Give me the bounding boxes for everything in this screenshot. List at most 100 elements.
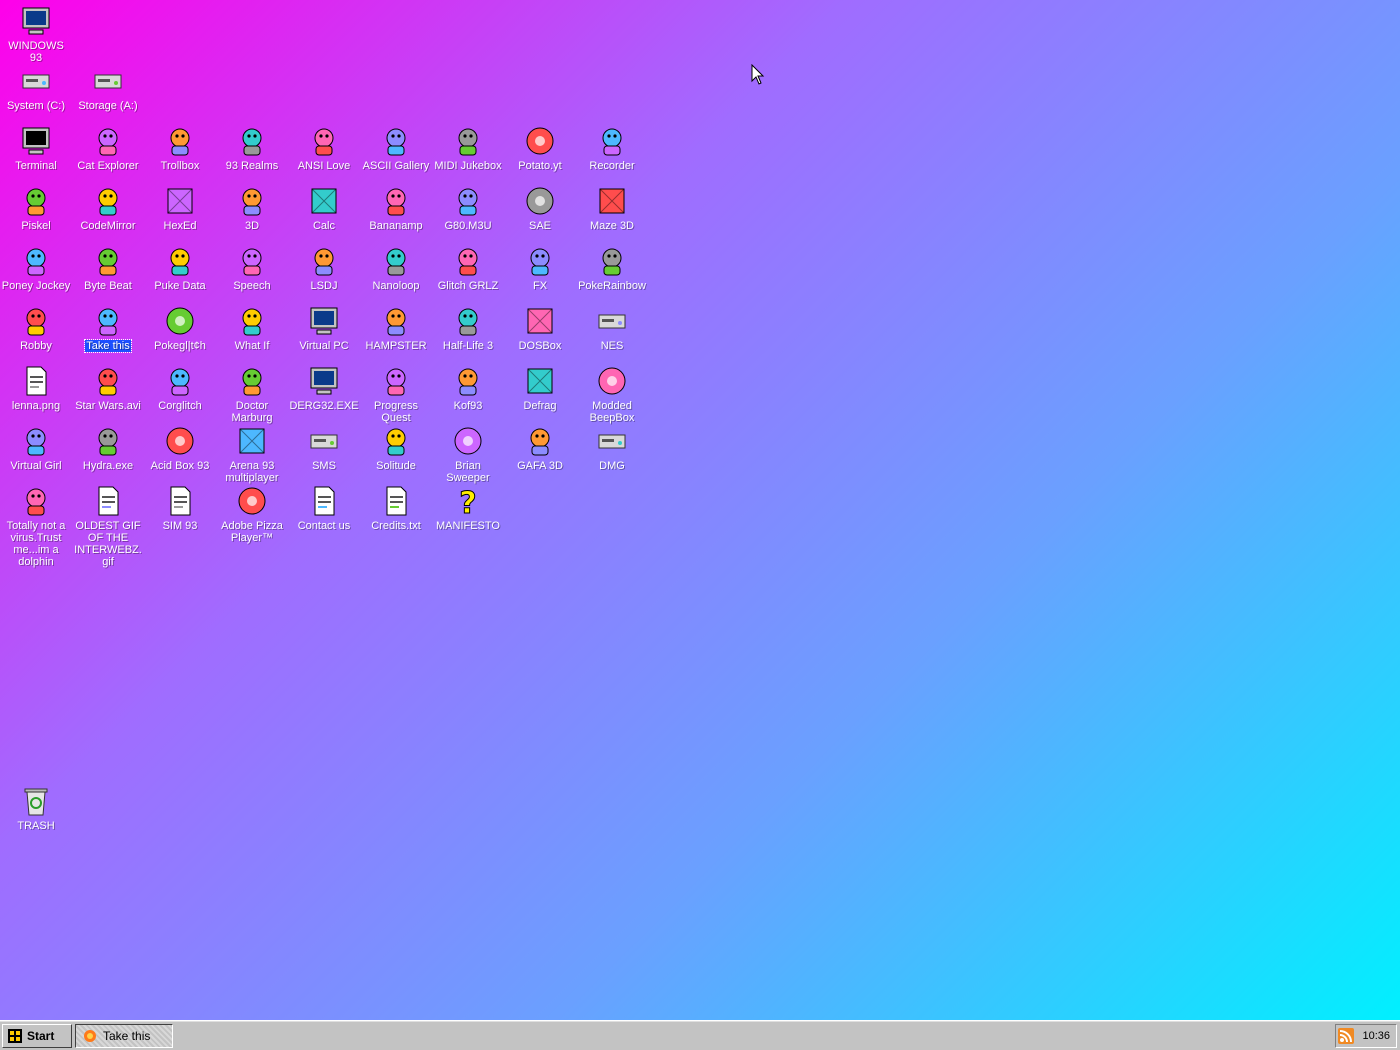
pony-icon xyxy=(19,244,53,278)
desktop-icon-totally-not-a-virus-trust-me-im-a-dolphin[interactable]: Totally not a virus.Trust me...im a dolp… xyxy=(0,484,72,568)
desktop-icon-solitude[interactable]: Solitude xyxy=(360,424,432,472)
nes-icon xyxy=(595,304,629,338)
desktop-icon-bananamp[interactable]: Bananamp xyxy=(360,184,432,232)
desktop-icon-manifesto[interactable]: ? MANIFESTO xyxy=(432,484,504,533)
desktop-icon-trash[interactable]: TRASH xyxy=(0,784,72,832)
desktop-icon-trollbox[interactable]: Trollbox xyxy=(144,124,216,172)
taskbar-item-take-this[interactable]: Take this xyxy=(75,1024,173,1048)
desktop-icon-midi-jukebox[interactable]: MIDI Jukebox xyxy=(432,124,504,172)
desktop-icon-hampster[interactable]: HAMPSTER xyxy=(360,304,432,352)
desktop-icon-piskel[interactable]: Piskel xyxy=(0,184,72,232)
desktop-icon-fx[interactable]: FX xyxy=(504,244,576,292)
bottle-icon xyxy=(379,424,413,458)
desktop-icon-sae[interactable]: SAE xyxy=(504,184,576,232)
desktop-icon-puke-data[interactable]: Puke Data xyxy=(144,244,216,292)
desktop-icon-credits-txt[interactable]: Credits.txt xyxy=(360,484,432,532)
microphone-icon xyxy=(595,124,629,158)
desktop-icon-windows-93[interactable]: WINDOWS 93 xyxy=(0,4,72,64)
monitor-face-icon xyxy=(307,364,341,398)
calculator-icon xyxy=(307,184,341,218)
desktop-icon-lsdj[interactable]: LSDJ xyxy=(288,244,360,292)
desktop-icon-contact-us[interactable]: Contact us xyxy=(288,484,360,532)
desktop-icon-dmg[interactable]: DMG xyxy=(576,424,648,472)
desktop-icon-lenna-png[interactable]: lenna.png xyxy=(0,364,72,412)
desktop-icon-storage-a[interactable]: Storage (A:) xyxy=(72,64,144,112)
desktop-icon-hexed[interactable]: HexEd xyxy=(144,184,216,232)
desktop-icon-93-realms[interactable]: 93 Realms xyxy=(216,124,288,172)
desktop-icon-system-c[interactable]: System (C:) xyxy=(0,64,72,112)
desktop-icon-virtual-girl[interactable]: Virtual Girl xyxy=(0,424,72,472)
pd-icon xyxy=(163,244,197,278)
desktop-icon-defrag[interactable]: Defrag xyxy=(504,364,576,412)
pizza-icon xyxy=(235,484,269,518)
desktop-icon-maze-3d[interactable]: Maze 3D xyxy=(576,184,648,232)
desktop-icon-3d[interactable]: 3D xyxy=(216,184,288,232)
desktop-icon-byte-beat[interactable]: Byte Beat xyxy=(72,244,144,292)
desktop-icon-terminal[interactable]: Terminal xyxy=(0,124,72,172)
desktop-icon-label: Corglitch xyxy=(158,400,202,412)
start-label: Start xyxy=(27,1029,55,1043)
pokerainbow-icon xyxy=(595,244,629,278)
desktop-icon-what-if[interactable]: What If xyxy=(216,304,288,352)
desktop-icon-nanoloop[interactable]: Nanoloop xyxy=(360,244,432,292)
fighter-icon xyxy=(451,364,485,398)
desktop-icon-recorder[interactable]: Recorder xyxy=(576,124,648,172)
desktop-icon-pokerainbow[interactable]: PokeRainbow xyxy=(576,244,648,292)
desktop-icon-potato-yt[interactable]: Potato.yt xyxy=(504,124,576,172)
desktop-icon-calc[interactable]: Calc xyxy=(288,184,360,232)
desktop-icon-corglitch[interactable]: Corglitch xyxy=(144,364,216,412)
desktop-icon-acid-box-93[interactable]: Acid Box 93 xyxy=(144,424,216,472)
desktop-icon-progress-quest[interactable]: Progress Quest xyxy=(360,364,432,424)
rss-icon[interactable] xyxy=(1338,1028,1355,1044)
desktop-icon-label: System (C:) xyxy=(6,100,66,112)
hamster-icon xyxy=(379,304,413,338)
desktop-icon-ascii-gallery[interactable]: ASCII Gallery xyxy=(360,124,432,172)
desktop-icon-brian-sweeper[interactable]: Brian Sweeper xyxy=(432,424,504,484)
whatif-icon xyxy=(235,304,269,338)
wave-icon xyxy=(379,244,413,278)
desktop-icon-nes[interactable]: NES xyxy=(576,304,648,352)
start-button[interactable]: Start xyxy=(2,1024,72,1048)
desktop-icon-ansi-love[interactable]: ANSI Love xyxy=(288,124,360,172)
desktop-icon-label: Cat Explorer xyxy=(77,160,139,172)
desktop-icon-label: Star Wars.avi xyxy=(75,400,141,412)
desktop-icon-gafa-3d[interactable]: GAFA 3D xyxy=(504,424,576,472)
desktop-icon-label: Acid Box 93 xyxy=(150,460,210,472)
system-tray: 10:36 xyxy=(1335,1024,1397,1048)
desktop-icon-poney-jockey[interactable]: Poney Jockey xyxy=(0,244,72,292)
desktop-icon-speech[interactable]: Speech xyxy=(216,244,288,292)
desktop-icon-label: Hydra.exe xyxy=(82,460,134,472)
yoda-icon xyxy=(91,364,125,398)
desktop-icon-modded-beepbox[interactable]: Modded BeepBox xyxy=(576,364,648,424)
piano-icon xyxy=(451,124,485,158)
mouse-cursor-icon xyxy=(751,64,765,85)
desktop-icon-sms[interactable]: SMS xyxy=(288,424,360,472)
desktop-icon-label: ASCII Gallery xyxy=(362,160,430,172)
girl-face-icon xyxy=(19,424,53,458)
desktop-icon-half-life-3[interactable]: Half-Life 3 xyxy=(432,304,504,352)
desktop-icon-label: Robby xyxy=(20,340,52,352)
desktop-icon-doctor-marburg[interactable]: Doctor Marburg xyxy=(216,364,288,424)
ring-icon xyxy=(595,364,629,398)
desktop-icon-arena-93-multiplayer[interactable]: Arena 93 multiplayer xyxy=(216,424,288,484)
desktop-icon-g80-m3u[interactable]: G80.M3U xyxy=(432,184,504,232)
desktop-icon-label: Storage (A:) xyxy=(78,100,138,112)
man-face-icon xyxy=(523,424,557,458)
desktop-icon-codemirror[interactable]: CodeMirror xyxy=(72,184,144,232)
desktop-icon-hydra-exe[interactable]: Hydra.exe xyxy=(72,424,144,472)
desktop-icon-oldest-gif-of-the-interwebz-gif[interactable]: OLDEST GIF OF THE INTERWEBZ.gif xyxy=(72,484,144,568)
desktop-icon-robby[interactable]: Robby xyxy=(0,304,72,352)
desktop-icon-star-wars-avi[interactable]: Star Wars.avi xyxy=(72,364,144,412)
desktop-icon-sim-93[interactable]: SIM 93 xyxy=(144,484,216,532)
desktop-icon-cat-explorer[interactable]: Cat Explorer xyxy=(72,124,144,172)
desktop-icon-virtual-pc[interactable]: Virtual PC xyxy=(288,304,360,352)
desktop-icon-label: Take this xyxy=(84,339,132,353)
desktop-icon-label: Totally not a virus.Trust me...im a dolp… xyxy=(6,520,66,568)
desktop-icon-dosbox[interactable]: DOSBox xyxy=(504,304,576,352)
desktop-icon-glitch-grlz[interactable]: Glitch GRLZ xyxy=(432,244,504,292)
desktop-icon-derg32-exe[interactable]: DERG32.EXE xyxy=(288,364,360,412)
desktop-icon-pokegl-t-h[interactable]: Pokegl|t¢h xyxy=(144,304,216,352)
desktop-icon-kof93[interactable]: Kof93 xyxy=(432,364,504,412)
desktop-icon-take-this[interactable]: Take this xyxy=(72,304,144,353)
desktop-icon-adobe-pizza-player[interactable]: Adobe Pizza Player™ xyxy=(216,484,288,544)
